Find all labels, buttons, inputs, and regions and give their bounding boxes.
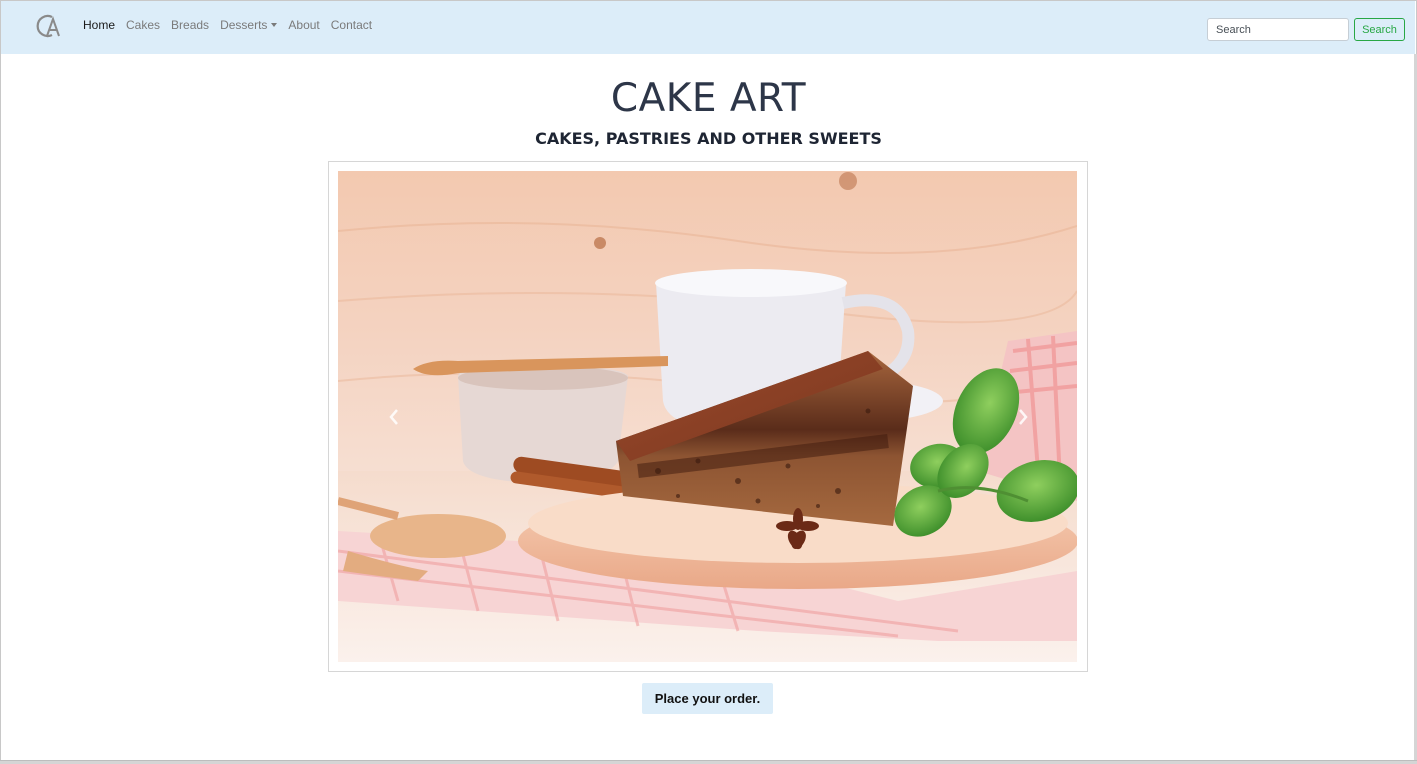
brand-logo-icon[interactable] (35, 11, 65, 41)
nav-item-desserts-label: Desserts (220, 18, 268, 32)
nav-item-breads[interactable]: Breads (171, 18, 209, 32)
search-button[interactable]: Search (1354, 18, 1405, 41)
page-title: CAKE ART (610, 76, 807, 121)
page-subtitle: CAKES, PASTRIES AND OTHER SWEETS (535, 129, 882, 148)
chevron-left-icon (389, 409, 398, 425)
horizontal-scrollbar[interactable] (0, 760, 1417, 764)
nav-item-about[interactable]: About (288, 18, 319, 32)
place-order-button[interactable]: Place your order. (642, 683, 773, 714)
carousel (328, 161, 1088, 672)
nav-item-cakes[interactable]: Cakes (126, 18, 160, 32)
carousel-next-control[interactable] (1012, 405, 1034, 429)
chevron-right-icon (1019, 409, 1028, 425)
nav-item-contact[interactable]: Contact (331, 18, 372, 32)
caret-down-icon (271, 23, 278, 27)
nav-links: Home Cakes Breads Desserts About Contact (83, 18, 383, 32)
navbar: Home Cakes Breads Desserts About Contact… (1, 1, 1415, 54)
carousel-prev-control[interactable] (383, 405, 405, 429)
carousel-slide-image (338, 171, 1077, 662)
search-input[interactable] (1207, 18, 1349, 41)
nav-item-desserts[interactable]: Desserts (220, 18, 278, 32)
nav-item-home[interactable]: Home (83, 18, 115, 32)
